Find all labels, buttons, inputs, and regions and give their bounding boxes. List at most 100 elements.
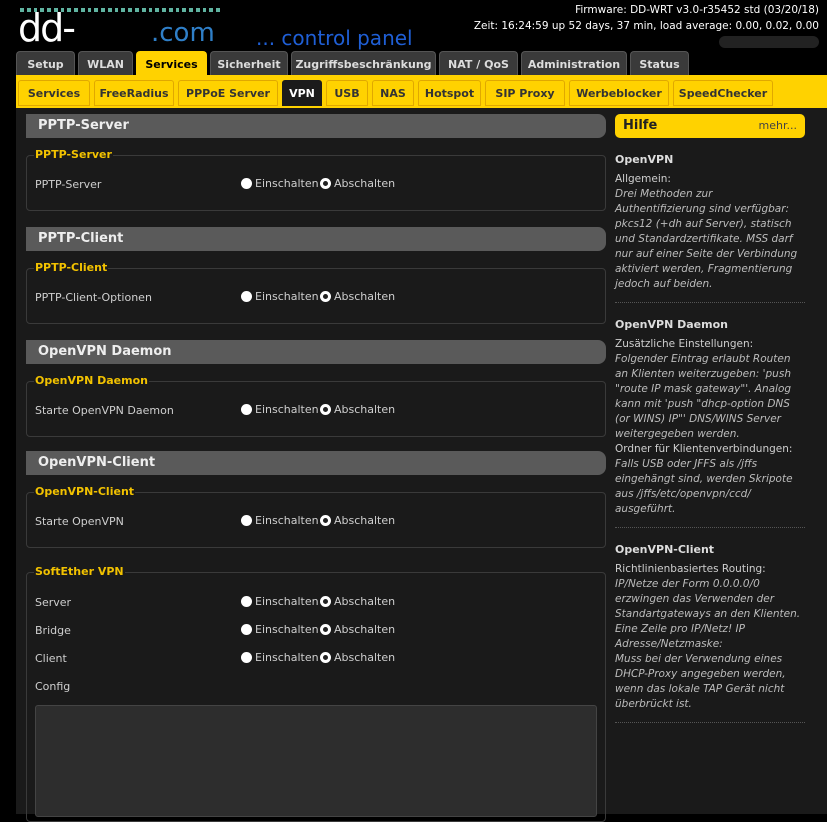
- help-daemon-label2: Ordner für Klientenverbindungen:: [615, 443, 793, 455]
- radio-icon: [241, 291, 252, 302]
- legend-pptp-client: PPTP-Client: [34, 261, 109, 274]
- radio-selected-icon: [320, 291, 331, 302]
- radio-softether-bridge-on[interactable]: Einschalten: [241, 623, 319, 636]
- help-daemon-label1: Zusätzliche Einstellungen:: [615, 338, 754, 350]
- section-title-pptp-server: PPTP-Server: [26, 114, 606, 138]
- radio-label: Einschalten: [255, 290, 319, 303]
- router-info: Firmware: DD-WRT v3.0-r35452 std (03/20/…: [474, 2, 819, 53]
- help-daemon-title: OpenVPN Daemon: [615, 318, 728, 331]
- help-sidebar: Hilfe mehr... OpenVPN Allgemein: Drei Me…: [615, 114, 805, 723]
- radio-softether-bridge-off[interactable]: Abschalten: [320, 623, 395, 636]
- radio-label: Abschalten: [334, 177, 396, 190]
- radio-pptp-server-on[interactable]: Einschalten: [241, 177, 319, 190]
- radio-icon: [241, 624, 252, 635]
- help-openvpn-title: OpenVPN: [615, 153, 674, 166]
- subtab-vpn[interactable]: VPN: [282, 80, 322, 106]
- help-openvpn-text: Drei Methoden zur Authentifizierung sind…: [615, 188, 798, 290]
- legend-openvpn-client: OpenVPN-Client: [34, 485, 136, 498]
- subtab-usb[interactable]: USB: [326, 80, 368, 106]
- tab-nat-qos[interactable]: NAT / QoS: [439, 51, 518, 76]
- radio-label: Einschalten: [255, 403, 319, 416]
- logo-panel: ... control panel: [256, 26, 413, 50]
- radio-openvpn-daemon-on[interactable]: Einschalten: [241, 403, 319, 416]
- radio-selected-icon: [320, 515, 331, 526]
- content-area: PPTP-Server PPTP-Server PPTP-Server Eins…: [16, 108, 827, 822]
- help-section-daemon: OpenVPN Daemon Zusätzliche Einstellungen…: [615, 303, 805, 528]
- section-title-pptp-client: PPTP-Client: [26, 227, 606, 251]
- tab-zugriffsbeschraenkung[interactable]: Zugriffsbeschränkung: [291, 51, 436, 76]
- label-pptp-client-options: PPTP-Client-Optionen: [35, 291, 152, 304]
- tab-wlan[interactable]: WLAN: [78, 51, 133, 76]
- tab-services[interactable]: Services: [136, 51, 207, 76]
- label-softether-bridge: Bridge: [35, 624, 71, 637]
- softether-config-textarea[interactable]: [35, 705, 597, 817]
- radio-selected-icon: [320, 652, 331, 663]
- help-client-title: OpenVPN-Client: [615, 543, 715, 556]
- radio-label: Abschalten: [334, 290, 396, 303]
- radio-openvpn-daemon-off[interactable]: Abschalten: [320, 403, 395, 416]
- uptime-info: Zeit: 16:24:59 up 52 days, 37 min, load …: [473, 20, 819, 32]
- label-start-openvpn-daemon: Starte OpenVPN Daemon: [35, 404, 174, 417]
- help-client-text2: Muss bei der Verwendung eines DHCP-Proxy…: [615, 653, 786, 710]
- form-row: Bridge Einschalten Abschalten: [35, 615, 597, 643]
- label-softether-client: Client: [35, 652, 67, 665]
- radio-icon: [241, 652, 252, 663]
- logo-com: .com: [151, 18, 215, 48]
- radio-label: Einschalten: [255, 651, 319, 664]
- form-row: Starte OpenVPN Einschalten Abschalten: [35, 506, 597, 534]
- help-client-text1: IP/Netze der Form 0.0.0.0/0 erzwingen da…: [615, 578, 801, 650]
- label-softether-config: Config: [35, 680, 71, 693]
- tab-sicherheit[interactable]: Sicherheit: [210, 51, 288, 76]
- tab-status[interactable]: Status: [630, 51, 689, 76]
- subtab-sip-proxy[interactable]: SIP Proxy: [485, 80, 565, 106]
- subtab-nas[interactable]: NAS: [372, 80, 414, 106]
- radio-label: Abschalten: [334, 403, 396, 416]
- radio-pptp-client-on[interactable]: Einschalten: [241, 290, 319, 303]
- radio-selected-icon: [320, 404, 331, 415]
- radio-label: Abschalten: [334, 651, 396, 664]
- help-daemon-text2: Falls USB oder JFFS als /jffs eingehängt…: [615, 458, 793, 515]
- radio-label: Einschalten: [255, 514, 319, 527]
- form-row: Starte OpenVPN Daemon Einschalten Abscha…: [35, 395, 597, 423]
- radio-softether-client-off[interactable]: Abschalten: [320, 651, 395, 664]
- radio-label: Abschalten: [334, 595, 396, 608]
- help-section-openvpn: OpenVPN Allgemein: Drei Methoden zur Aut…: [615, 138, 805, 303]
- radio-openvpn-client-off[interactable]: Abschalten: [320, 514, 395, 527]
- tab-administration[interactable]: Administration: [521, 51, 627, 76]
- help-client-label1: Richtlinienbasiertes Routing:: [615, 563, 766, 575]
- firmware-version: Firmware: DD-WRT v3.0-r35452 std (03/20/…: [575, 4, 819, 16]
- fieldset-softether-vpn: SoftEther VPN Server Einschalten Abschal…: [26, 565, 606, 822]
- legend-pptp-server: PPTP-Server: [34, 148, 113, 161]
- radio-pptp-client-off[interactable]: Abschalten: [320, 290, 395, 303]
- tab-setup[interactable]: Setup: [16, 51, 75, 76]
- radio-pptp-server-off[interactable]: Abschalten: [320, 177, 395, 190]
- header: dd-wrt .com ... control panel Firmware: …: [0, 0, 827, 94]
- radio-label: Abschalten: [334, 623, 396, 636]
- subtab-services[interactable]: Services: [18, 80, 90, 106]
- radio-openvpn-client-on[interactable]: Einschalten: [241, 514, 319, 527]
- sub-tabs: Services FreeRadius PPPoE Server VPN USB…: [18, 80, 773, 106]
- radio-softether-server-off[interactable]: Abschalten: [320, 595, 395, 608]
- subtab-hotspot[interactable]: Hotspot: [418, 80, 481, 106]
- section-title-openvpn-client: OpenVPN-Client: [26, 451, 606, 475]
- subtab-pppoe-server[interactable]: PPPoE Server: [178, 80, 278, 106]
- label-pptp-server: PPTP-Server: [35, 178, 102, 191]
- radio-label: Einschalten: [255, 177, 319, 190]
- radio-softether-server-on[interactable]: Einschalten: [241, 595, 319, 608]
- radio-softether-client-on[interactable]: Einschalten: [241, 651, 319, 664]
- help-more-link[interactable]: mehr...: [759, 114, 797, 138]
- form-row: Client Einschalten Abschalten: [35, 643, 597, 671]
- radio-icon: [241, 404, 252, 415]
- subtab-werbeblocker[interactable]: Werbeblocker: [569, 80, 669, 106]
- radio-label: Einschalten: [255, 595, 319, 608]
- form-row: Server Einschalten Abschalten: [35, 587, 597, 615]
- form-row: PPTP-Server Einschalten Abschalten: [35, 169, 597, 197]
- label-start-openvpn: Starte OpenVPN: [35, 515, 124, 528]
- redacted-area: [719, 36, 819, 48]
- label-softether-server: Server: [35, 596, 72, 609]
- fieldset-pptp-server: PPTP-Server PPTP-Server Einschalten Absc…: [26, 148, 606, 211]
- subtab-freeradius[interactable]: FreeRadius: [94, 80, 174, 106]
- subtab-speedchecker[interactable]: SpeedChecker: [673, 80, 773, 106]
- radio-selected-icon: [320, 596, 331, 607]
- form-row: PPTP-Client-Optionen Einschalten Abschal…: [35, 282, 597, 310]
